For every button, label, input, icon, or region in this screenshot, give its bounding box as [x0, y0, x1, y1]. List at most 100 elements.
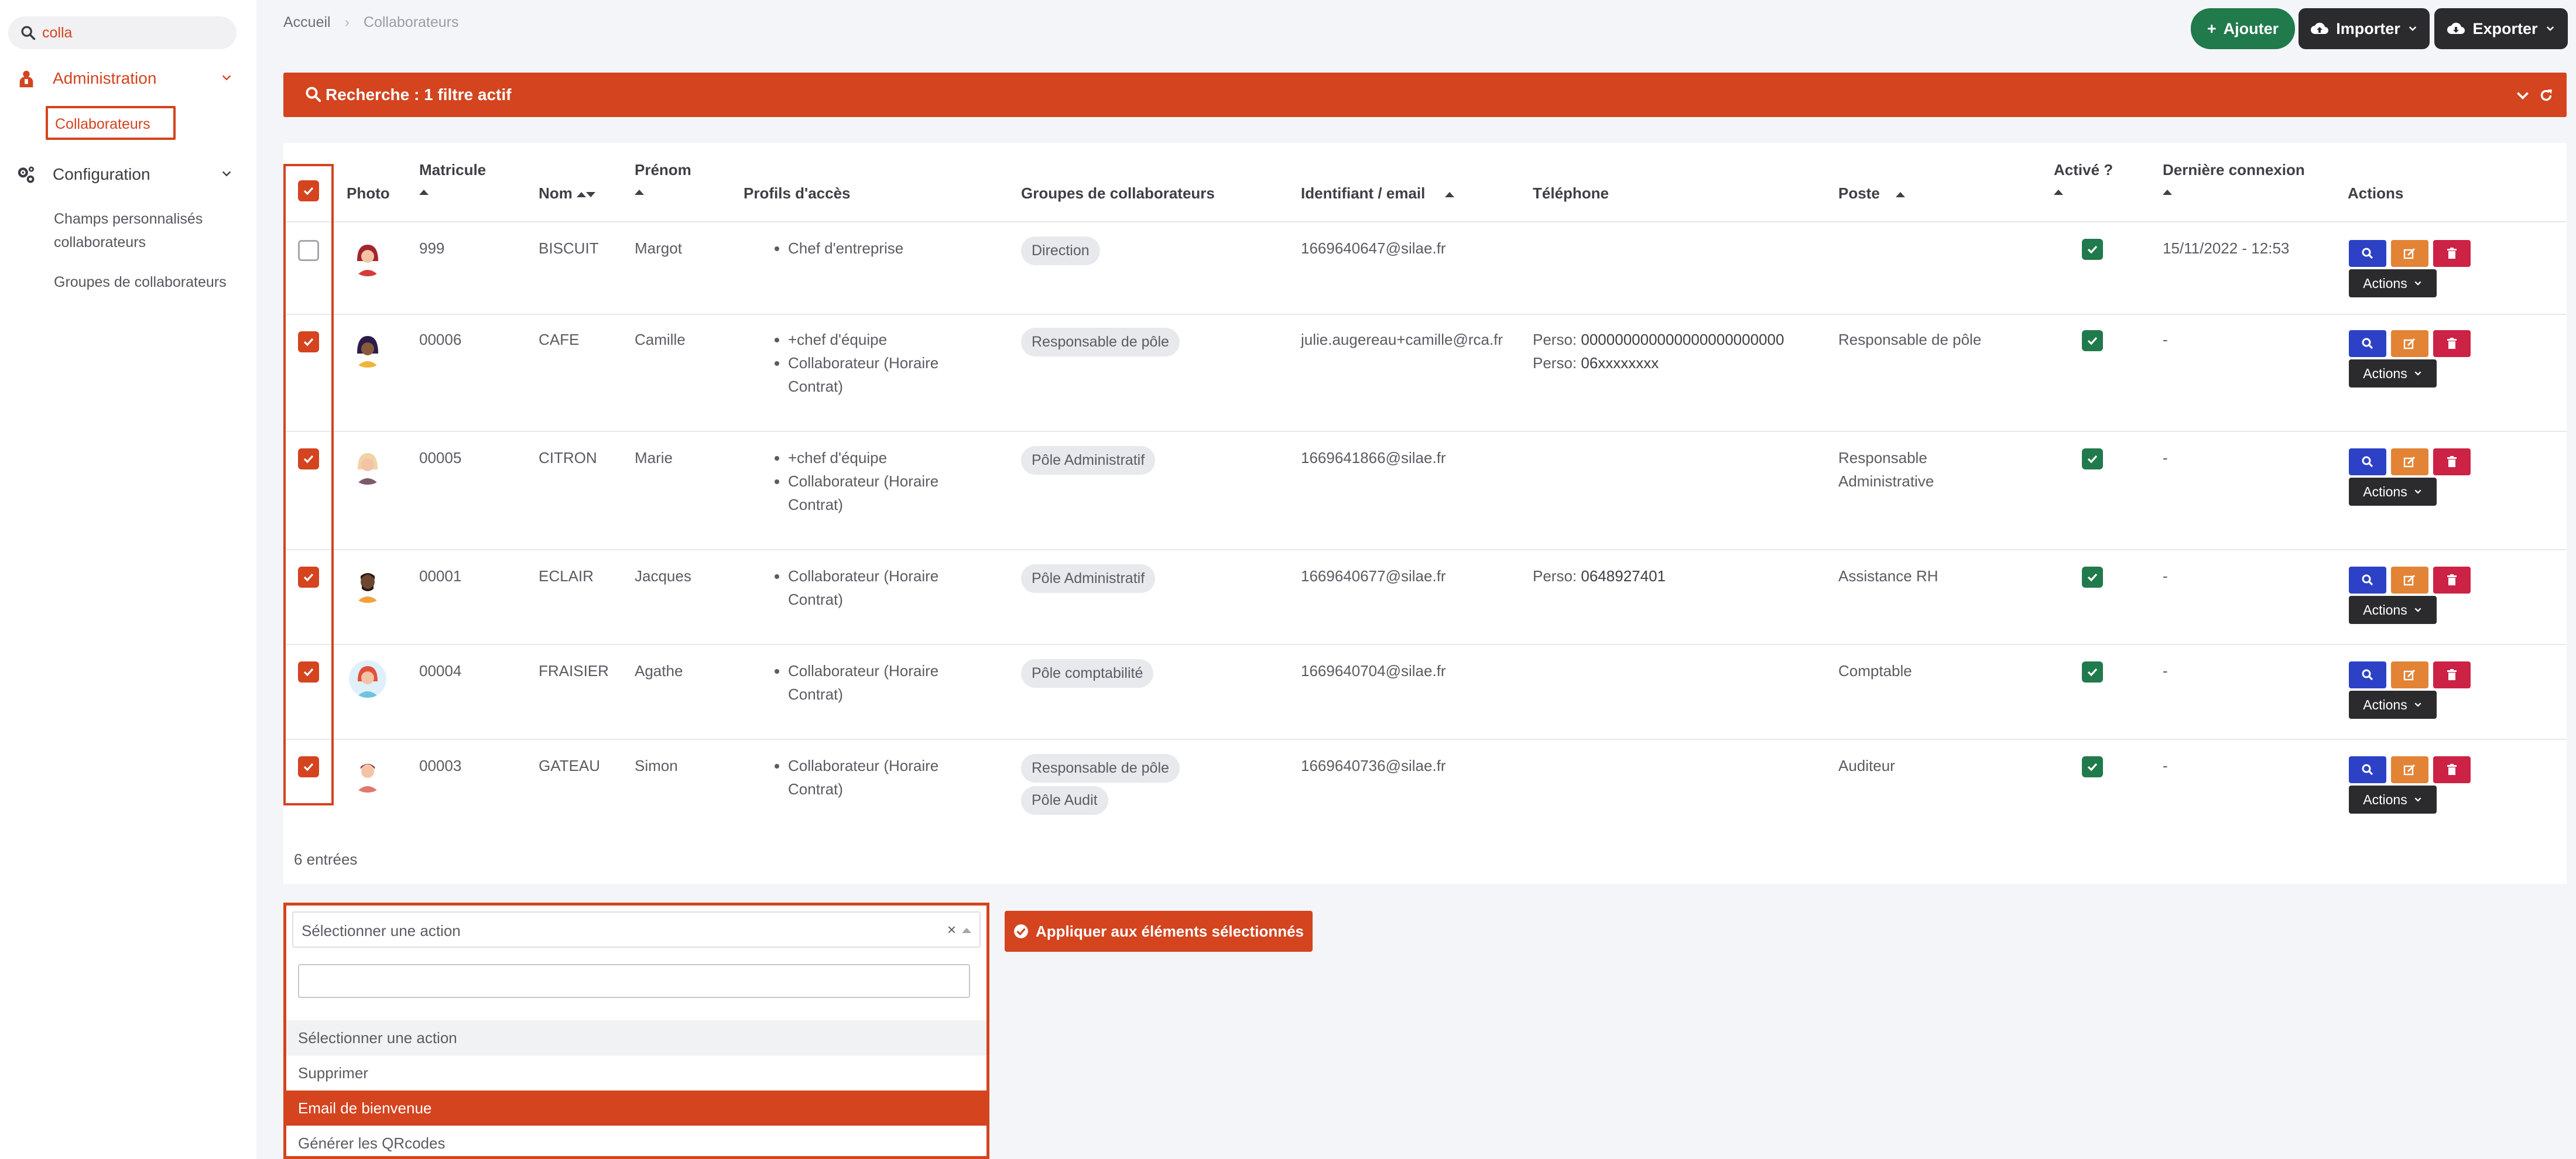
view-button[interactable]	[2349, 661, 2386, 688]
cell-matricule: 00004	[419, 662, 462, 680]
column-header-identifiant[interactable]: Identifiant / email	[1301, 183, 1454, 204]
delete-button[interactable]	[2433, 756, 2471, 783]
edit-button[interactable]	[2391, 661, 2428, 688]
profil-item-continued: Contrat)	[788, 496, 843, 513]
cell-nom: ECLAIR	[539, 567, 594, 585]
breadcrumb-home[interactable]: Accueil	[283, 14, 331, 30]
clear-icon[interactable]: ×	[947, 921, 956, 939]
add-button[interactable]: + Ajouter	[2191, 8, 2295, 49]
edit-button[interactable]	[2391, 567, 2428, 594]
view-button[interactable]	[2349, 240, 2386, 267]
chevron-down-icon	[2414, 371, 2421, 376]
reset-icon[interactable]	[2537, 87, 2555, 104]
cell-poste: Responsable Administrative	[1838, 446, 1934, 493]
check-icon	[2087, 573, 2098, 582]
profil-item: Collaborateur (Horaire	[788, 351, 938, 375]
breadcrumb-current: Collaborateurs	[363, 14, 459, 30]
column-header-nom[interactable]: Nom	[539, 183, 596, 204]
actions-dropdown[interactable]: Actions	[2349, 269, 2437, 297]
profil-item: Collaborateur (Horaire	[788, 754, 938, 777]
active-checkbox[interactable]	[2082, 330, 2103, 351]
chevron-down-icon	[2409, 26, 2416, 32]
bulk-option-supprimer[interactable]: Supprimer	[286, 1055, 986, 1091]
sort-asc-icon	[635, 189, 644, 195]
sidebar-item-groupes[interactable]: Groupes de collaborateurs	[54, 270, 247, 294]
sidebar-search[interactable]	[8, 16, 237, 49]
profil-item: Chef d'entreprise	[788, 236, 903, 260]
check-icon	[2087, 455, 2098, 464]
delete-button[interactable]	[2433, 567, 2471, 594]
column-header-matricule[interactable]: Matricule	[419, 159, 486, 201]
delete-button[interactable]	[2433, 448, 2471, 475]
active-checkbox[interactable]	[2082, 448, 2103, 469]
active-checkbox[interactable]	[2082, 756, 2103, 777]
group-tag: Pôle Administratif	[1021, 446, 1156, 475]
active-checkbox[interactable]	[2082, 661, 2103, 683]
avatar-woman-icon	[349, 660, 386, 698]
view-button[interactable]	[2349, 756, 2386, 783]
group-tag: Pôle Audit	[1021, 786, 1108, 815]
edit-button[interactable]	[2391, 756, 2428, 783]
table-row[interactable]	[283, 740, 2567, 822]
cell-prenom: Margot	[635, 239, 682, 257]
chevron-down-icon[interactable]	[2514, 88, 2532, 103]
trash-icon	[2447, 574, 2457, 585]
bulk-option-default[interactable]: Sélectionner une action	[286, 1020, 986, 1055]
phone-label: Perso:	[1533, 331, 1577, 348]
cell-derniere-connexion: -	[2163, 449, 2168, 467]
active-checkbox[interactable]	[2082, 239, 2103, 260]
row-actions: Actions	[2349, 240, 2471, 297]
column-header-derniere-connexion[interactable]: Dernière connexion	[2163, 159, 2305, 201]
delete-button[interactable]	[2433, 661, 2471, 688]
delete-button[interactable]	[2433, 240, 2471, 267]
plus-icon: +	[2207, 19, 2217, 37]
actions-dropdown[interactable]: Actions	[2349, 359, 2437, 388]
group-tag: Responsable de pôle	[1021, 328, 1180, 356]
apply-selected-button[interactable]: Appliquer aux éléments sélectionnés	[1005, 911, 1313, 952]
sidebar-item-collaborateurs[interactable]: Collaborateurs	[46, 106, 176, 140]
check-icon	[2087, 245, 2098, 254]
import-button[interactable]: Importer	[2298, 8, 2430, 49]
view-button[interactable]	[2349, 448, 2386, 475]
actions-dropdown[interactable]: Actions	[2349, 478, 2437, 506]
search-icon	[2362, 338, 2373, 349]
bulk-action-select[interactable]: Sélectionner une action × Sélectionner u…	[283, 903, 989, 1159]
actions-dropdown[interactable]: Actions	[2349, 596, 2437, 624]
sidebar-item-champs-personnalises[interactable]: Champs personnalisés collaborateurs	[54, 207, 247, 254]
edit-button[interactable]	[2391, 330, 2428, 357]
bulk-action-search-input[interactable]	[298, 964, 970, 998]
column-header-label: Prénom	[635, 161, 691, 179]
caret-up-icon[interactable]	[962, 928, 971, 933]
bulk-action-select-box[interactable]: Sélectionner une action ×	[292, 911, 981, 948]
bulk-option-email-bienvenue[interactable]: Email de bienvenue	[286, 1091, 986, 1126]
sidebar-section-configuration[interactable]: Configuration	[0, 153, 256, 194]
sidebar-search-input[interactable]	[42, 21, 229, 44]
view-button[interactable]	[2349, 567, 2386, 594]
search-icon	[2362, 456, 2373, 468]
cell-poste: Assistance RH	[1838, 567, 1938, 585]
column-header-poste[interactable]: Poste	[1838, 183, 1906, 204]
cell-poste: Comptable	[1838, 662, 1912, 680]
profil-item-continued: Contrat)	[788, 685, 843, 703]
sort-asc-icon	[1896, 191, 1906, 197]
bulk-option-qrcodes[interactable]: Générer les QRcodes	[286, 1126, 986, 1159]
actions-dropdown[interactable]: Actions	[2349, 786, 2437, 814]
export-button[interactable]: Exporter	[2434, 8, 2568, 49]
selection-highlight-frame	[283, 164, 334, 805]
actions-dropdown[interactable]: Actions	[2349, 691, 2437, 719]
filter-banner[interactable]: Recherche : 1 filtre actif	[283, 73, 2567, 117]
sidebar: Administration Collaborateurs Configurat…	[0, 0, 256, 1159]
cell-poste: Responsable de pôle	[1838, 331, 1982, 348]
column-header-active[interactable]: Activé ?	[2054, 159, 2113, 201]
sidebar-section-administration[interactable]: Administration	[0, 57, 256, 98]
edit-button[interactable]	[2391, 240, 2428, 267]
edit-button[interactable]	[2391, 448, 2428, 475]
active-checkbox[interactable]	[2082, 567, 2103, 588]
cell-matricule: 00003	[419, 757, 462, 774]
delete-button[interactable]	[2433, 330, 2471, 357]
column-header-prenom[interactable]: Prénom	[635, 159, 691, 201]
cell-derniere-connexion: 15/11/2022 - 12:53	[2163, 239, 2290, 257]
admin-user-icon	[19, 70, 33, 88]
view-button[interactable]	[2349, 330, 2386, 357]
cell-nom: CITRON	[539, 449, 597, 467]
